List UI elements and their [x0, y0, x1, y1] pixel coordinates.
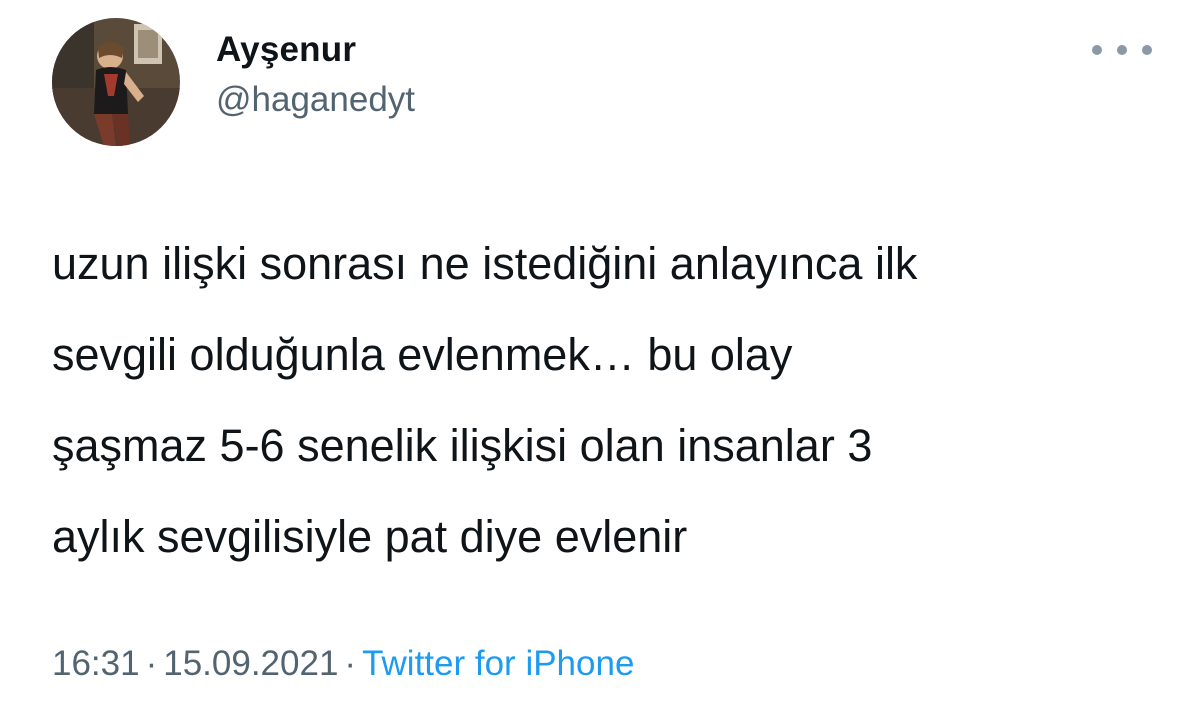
tweet-date[interactable]: 15.09.2021: [163, 644, 338, 683]
dot: [1142, 45, 1152, 55]
tweet-card: Ayşenur @haganedyt uzun ilişki sonrası n…: [0, 0, 1200, 701]
tweet-text: uzun ilişki sonrası ne istediğini anlayı…: [52, 218, 1162, 582]
tweet-metadata: 16:31 · 15.09.2021 · Twitter for iPhone: [52, 644, 634, 684]
tweet-time[interactable]: 16:31: [52, 644, 140, 683]
avatar[interactable]: [52, 18, 180, 146]
tweet-text-line: aylık sevgilisiyle pat diye evlenir: [52, 511, 688, 562]
separator: ·: [344, 644, 357, 683]
dot: [1117, 45, 1127, 55]
more-options-icon[interactable]: [1092, 36, 1152, 64]
tweet-text-line: sevgili olduğunla evlenmek… bu olay: [52, 329, 793, 380]
separator: ·: [145, 644, 158, 683]
tweet-text-line: uzun ilişki sonrası ne istediğini anlayı…: [52, 238, 918, 289]
tweet-text-line: şaşmaz 5-6 senelik ilişkisi olan insanla…: [52, 420, 873, 471]
profile-photo-icon: [52, 18, 180, 146]
user-handle[interactable]: @haganedyt: [216, 80, 415, 120]
tweet-source-link[interactable]: Twitter for iPhone: [362, 644, 634, 683]
display-name[interactable]: Ayşenur: [216, 30, 356, 70]
dot: [1092, 45, 1102, 55]
